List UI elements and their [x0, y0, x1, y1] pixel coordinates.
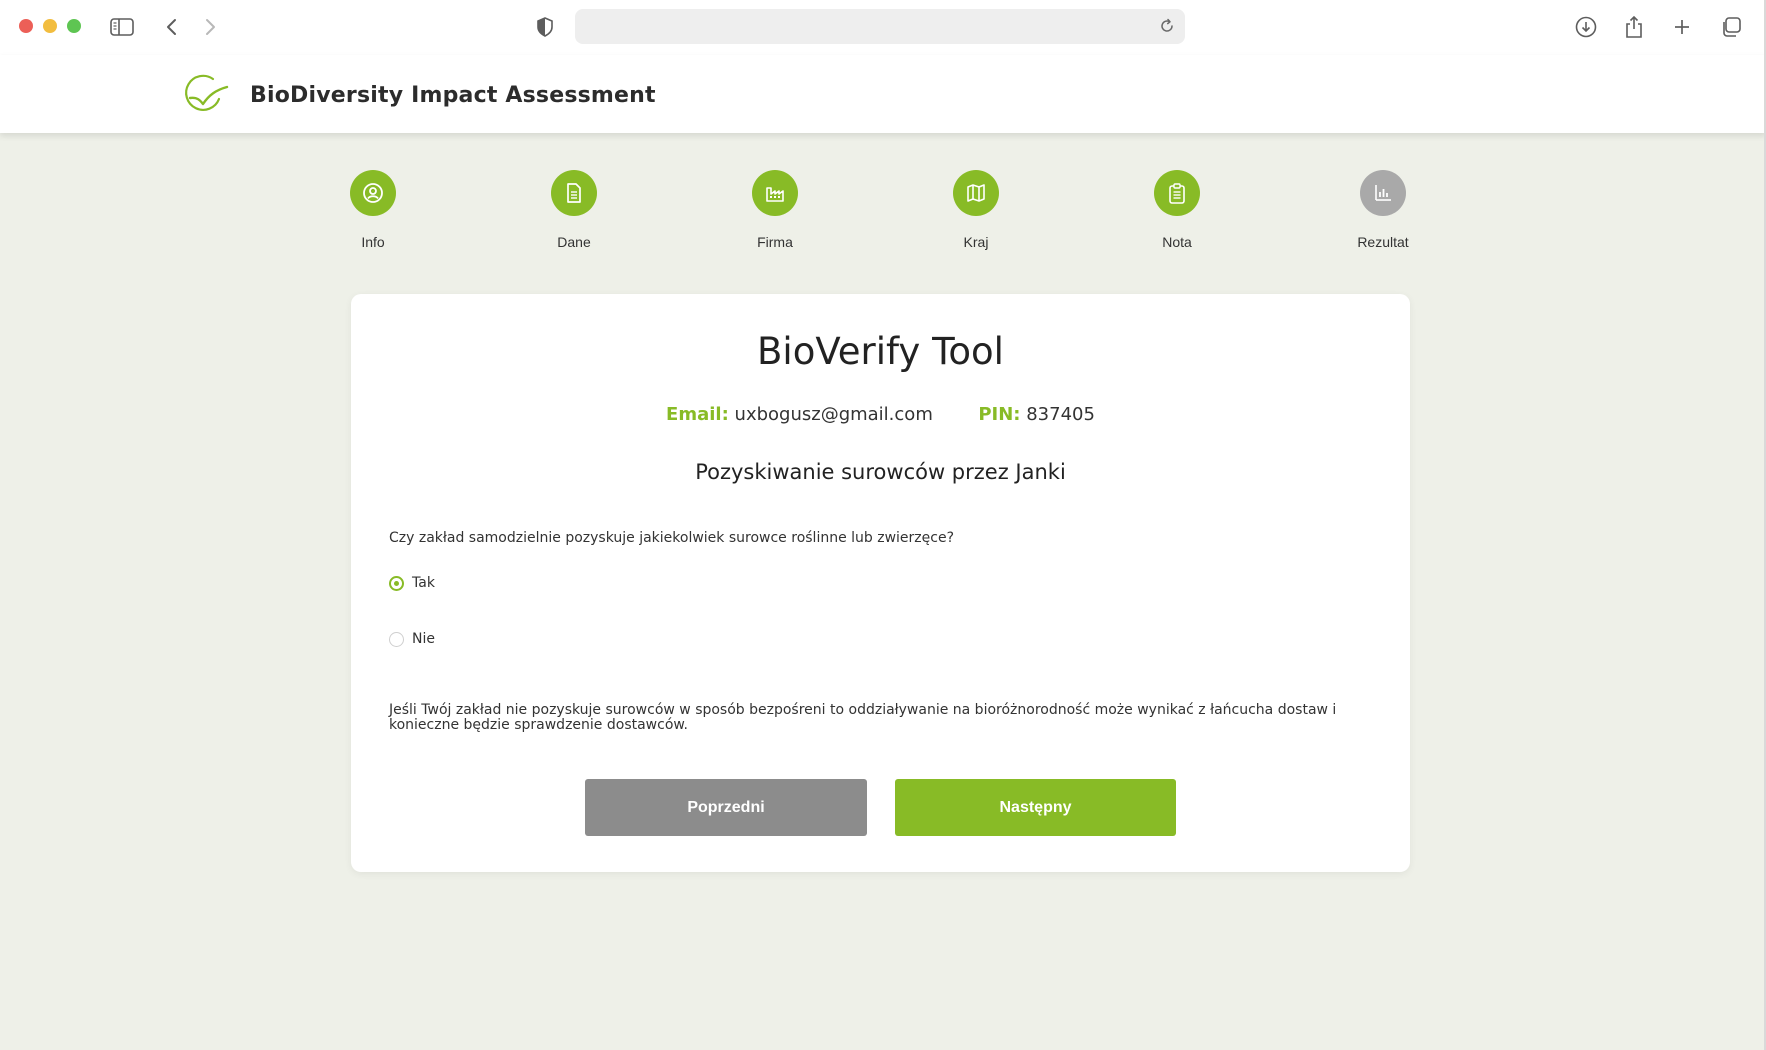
radio-label[interactable]: Nie	[412, 631, 435, 647]
tabs-overview-icon[interactable]	[1718, 14, 1744, 40]
close-window-button[interactable]	[19, 19, 33, 33]
radio-option-tak[interactable]: Tak	[389, 575, 435, 591]
bar-chart-icon	[1360, 170, 1406, 216]
step-label: Rezultat	[1357, 234, 1409, 250]
user-circle-icon	[350, 170, 396, 216]
pin-label: PIN:	[978, 404, 1021, 425]
radio-label[interactable]: Tak	[412, 575, 435, 591]
step-info[interactable]: Info	[313, 170, 433, 250]
zoom-window-button[interactable]	[67, 19, 81, 33]
document-icon	[551, 170, 597, 216]
pin-value: 837405	[1026, 404, 1095, 425]
minimize-window-button[interactable]	[43, 19, 57, 33]
form-card: BioVerify Tool Email: uxbogusz@gmail.com…	[351, 294, 1410, 872]
map-icon	[953, 170, 999, 216]
back-icon[interactable]	[159, 14, 185, 40]
radio-button-checked[interactable]	[389, 575, 404, 591]
info-note: Jeśli Twój zakład nie pozyskuje surowców…	[389, 702, 1337, 733]
step-rezultat[interactable]: Rezultat	[1323, 170, 1443, 250]
radio-button[interactable]	[389, 631, 404, 647]
clipboard-icon	[1154, 170, 1200, 216]
new-tab-icon[interactable]	[1669, 14, 1695, 40]
reload-icon[interactable]	[1155, 14, 1179, 38]
section-title: Pozyskiwanie surowców przez Janki	[695, 460, 1066, 484]
email-label: Email:	[666, 404, 729, 425]
logo-icon[interactable]	[183, 73, 229, 115]
sidebar-icon[interactable]	[109, 14, 135, 40]
step-dane[interactable]: Dane	[514, 170, 634, 250]
browser-toolbar	[0, 0, 1766, 55]
step-nota[interactable]: Nota	[1117, 170, 1237, 250]
question-text: Czy zakład samodzielnie pozyskuje jakiek…	[389, 530, 955, 546]
step-firma[interactable]: Firma	[715, 170, 835, 250]
address-bar[interactable]	[575, 9, 1185, 44]
next-button[interactable]: Następny	[895, 779, 1176, 836]
user-info: Email: uxbogusz@gmail.com PIN: 837405	[351, 404, 1410, 425]
step-label: Kraj	[963, 234, 989, 250]
shield-icon[interactable]	[532, 14, 558, 40]
app-title: BioDiversity Impact Assessment	[250, 83, 656, 108]
app-header: BioDiversity Impact Assessment	[0, 55, 1766, 133]
card-title: BioVerify Tool	[757, 330, 1004, 373]
forward-icon[interactable]	[197, 14, 223, 40]
step-label: Info	[361, 234, 385, 250]
factory-icon	[752, 170, 798, 216]
previous-button[interactable]: Poprzedni	[585, 779, 867, 836]
radio-option-nie[interactable]: Nie	[389, 631, 435, 647]
step-label: Dane	[557, 234, 591, 250]
email-value: uxbogusz@gmail.com	[734, 404, 933, 425]
download-icon[interactable]	[1573, 14, 1599, 40]
share-icon[interactable]	[1621, 14, 1647, 40]
step-label: Firma	[757, 234, 793, 250]
step-kraj[interactable]: Kraj	[916, 170, 1036, 250]
step-label: Nota	[1162, 234, 1192, 250]
progress-steps: Info Dane Firma Kraj Nota Rezultat	[0, 170, 1766, 260]
